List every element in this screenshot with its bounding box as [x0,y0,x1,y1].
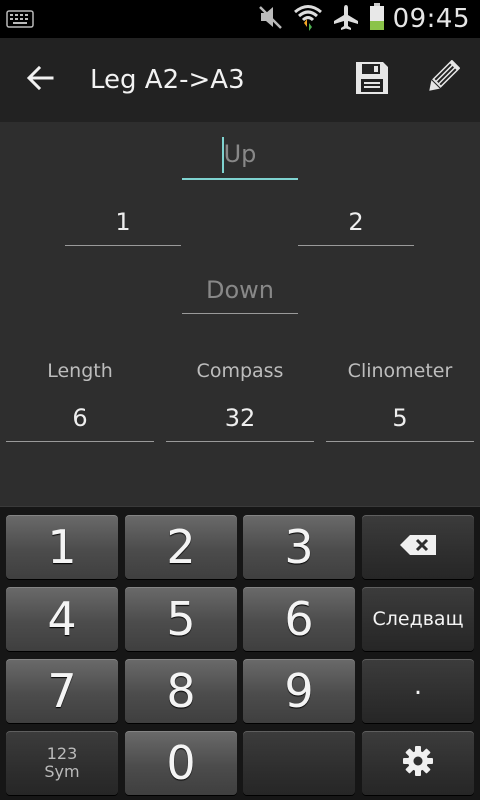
keyboard-icon [6,10,34,32]
next-key[interactable]: Следващ [362,587,474,651]
key-2[interactable]: 2 [125,515,237,579]
key-6[interactable]: 6 [243,587,355,651]
status-bar: 09:45 [0,0,480,38]
key-1-label: 1 [47,520,77,574]
key-1[interactable]: 1 [6,515,118,579]
key-5[interactable]: 5 [125,587,237,651]
compass-input[interactable]: 32 [166,400,314,442]
key-0[interactable]: 0 [125,731,237,795]
sym-key-line2: Sym [44,762,80,781]
edit-button[interactable] [420,58,464,102]
compass-label: Compass [196,360,284,382]
sym-key-line1: 123 [46,744,78,763]
key-8-label: 8 [166,664,196,718]
mute-icon [257,4,285,34]
key-7-label: 7 [47,664,77,718]
status-time: 09:45 [392,4,470,34]
key-3-label: 3 [284,520,314,574]
back-button[interactable] [18,58,62,102]
key-0-label: 0 [166,736,196,790]
airplane-icon [331,3,361,35]
key-3[interactable]: 3 [243,515,355,579]
key-8[interactable]: 8 [125,659,237,723]
numeric-keyboard: 1 2 3 4 5 6 Следващ 7 8 9 . 123 Sym 0 [0,506,480,800]
key-4[interactable]: 4 [6,587,118,651]
key-9-label: 9 [284,664,314,718]
length-label: Length [47,360,113,382]
space-key[interactable] [243,731,355,795]
clinometer-input[interactable]: 5 [326,400,474,442]
up-placeholder: Up [223,140,257,168]
dot-key[interactable]: . [362,659,474,723]
dot-key-label: . [413,671,423,701]
action-bar: Leg A2->A3 [0,38,480,122]
sym-key[interactable]: 123 Sym [6,731,118,795]
wifi-icon [293,3,323,35]
clinometer-label: Clinometer [347,360,453,382]
left-input[interactable]: 1 [65,204,181,246]
edit-icon [424,59,461,100]
length-input[interactable]: 6 [6,400,154,442]
down-input[interactable]: Down [182,272,298,314]
save-icon [354,60,390,100]
backspace-icon [398,533,438,561]
backspace-key[interactable] [362,515,474,579]
text-cursor [222,137,224,173]
page-title: Leg A2->A3 [90,65,245,95]
battery-icon [369,3,385,35]
key-4-label: 4 [47,592,77,646]
leg-form: Up 1 2 Down Length Compass Clinometer 6 … [0,122,480,506]
key-9[interactable]: 9 [243,659,355,723]
key-7[interactable]: 7 [6,659,118,723]
right-input[interactable]: 2 [298,204,414,246]
down-placeholder: Down [205,276,274,304]
up-input[interactable]: Up [182,136,298,180]
back-arrow-icon [26,65,54,95]
gear-icon [402,745,434,781]
key-5-label: 5 [166,592,196,646]
next-key-label: Следващ [372,608,464,630]
key-2-label: 2 [166,520,196,574]
save-button[interactable] [350,58,394,102]
key-6-label: 6 [284,592,314,646]
settings-key[interactable] [362,731,474,795]
